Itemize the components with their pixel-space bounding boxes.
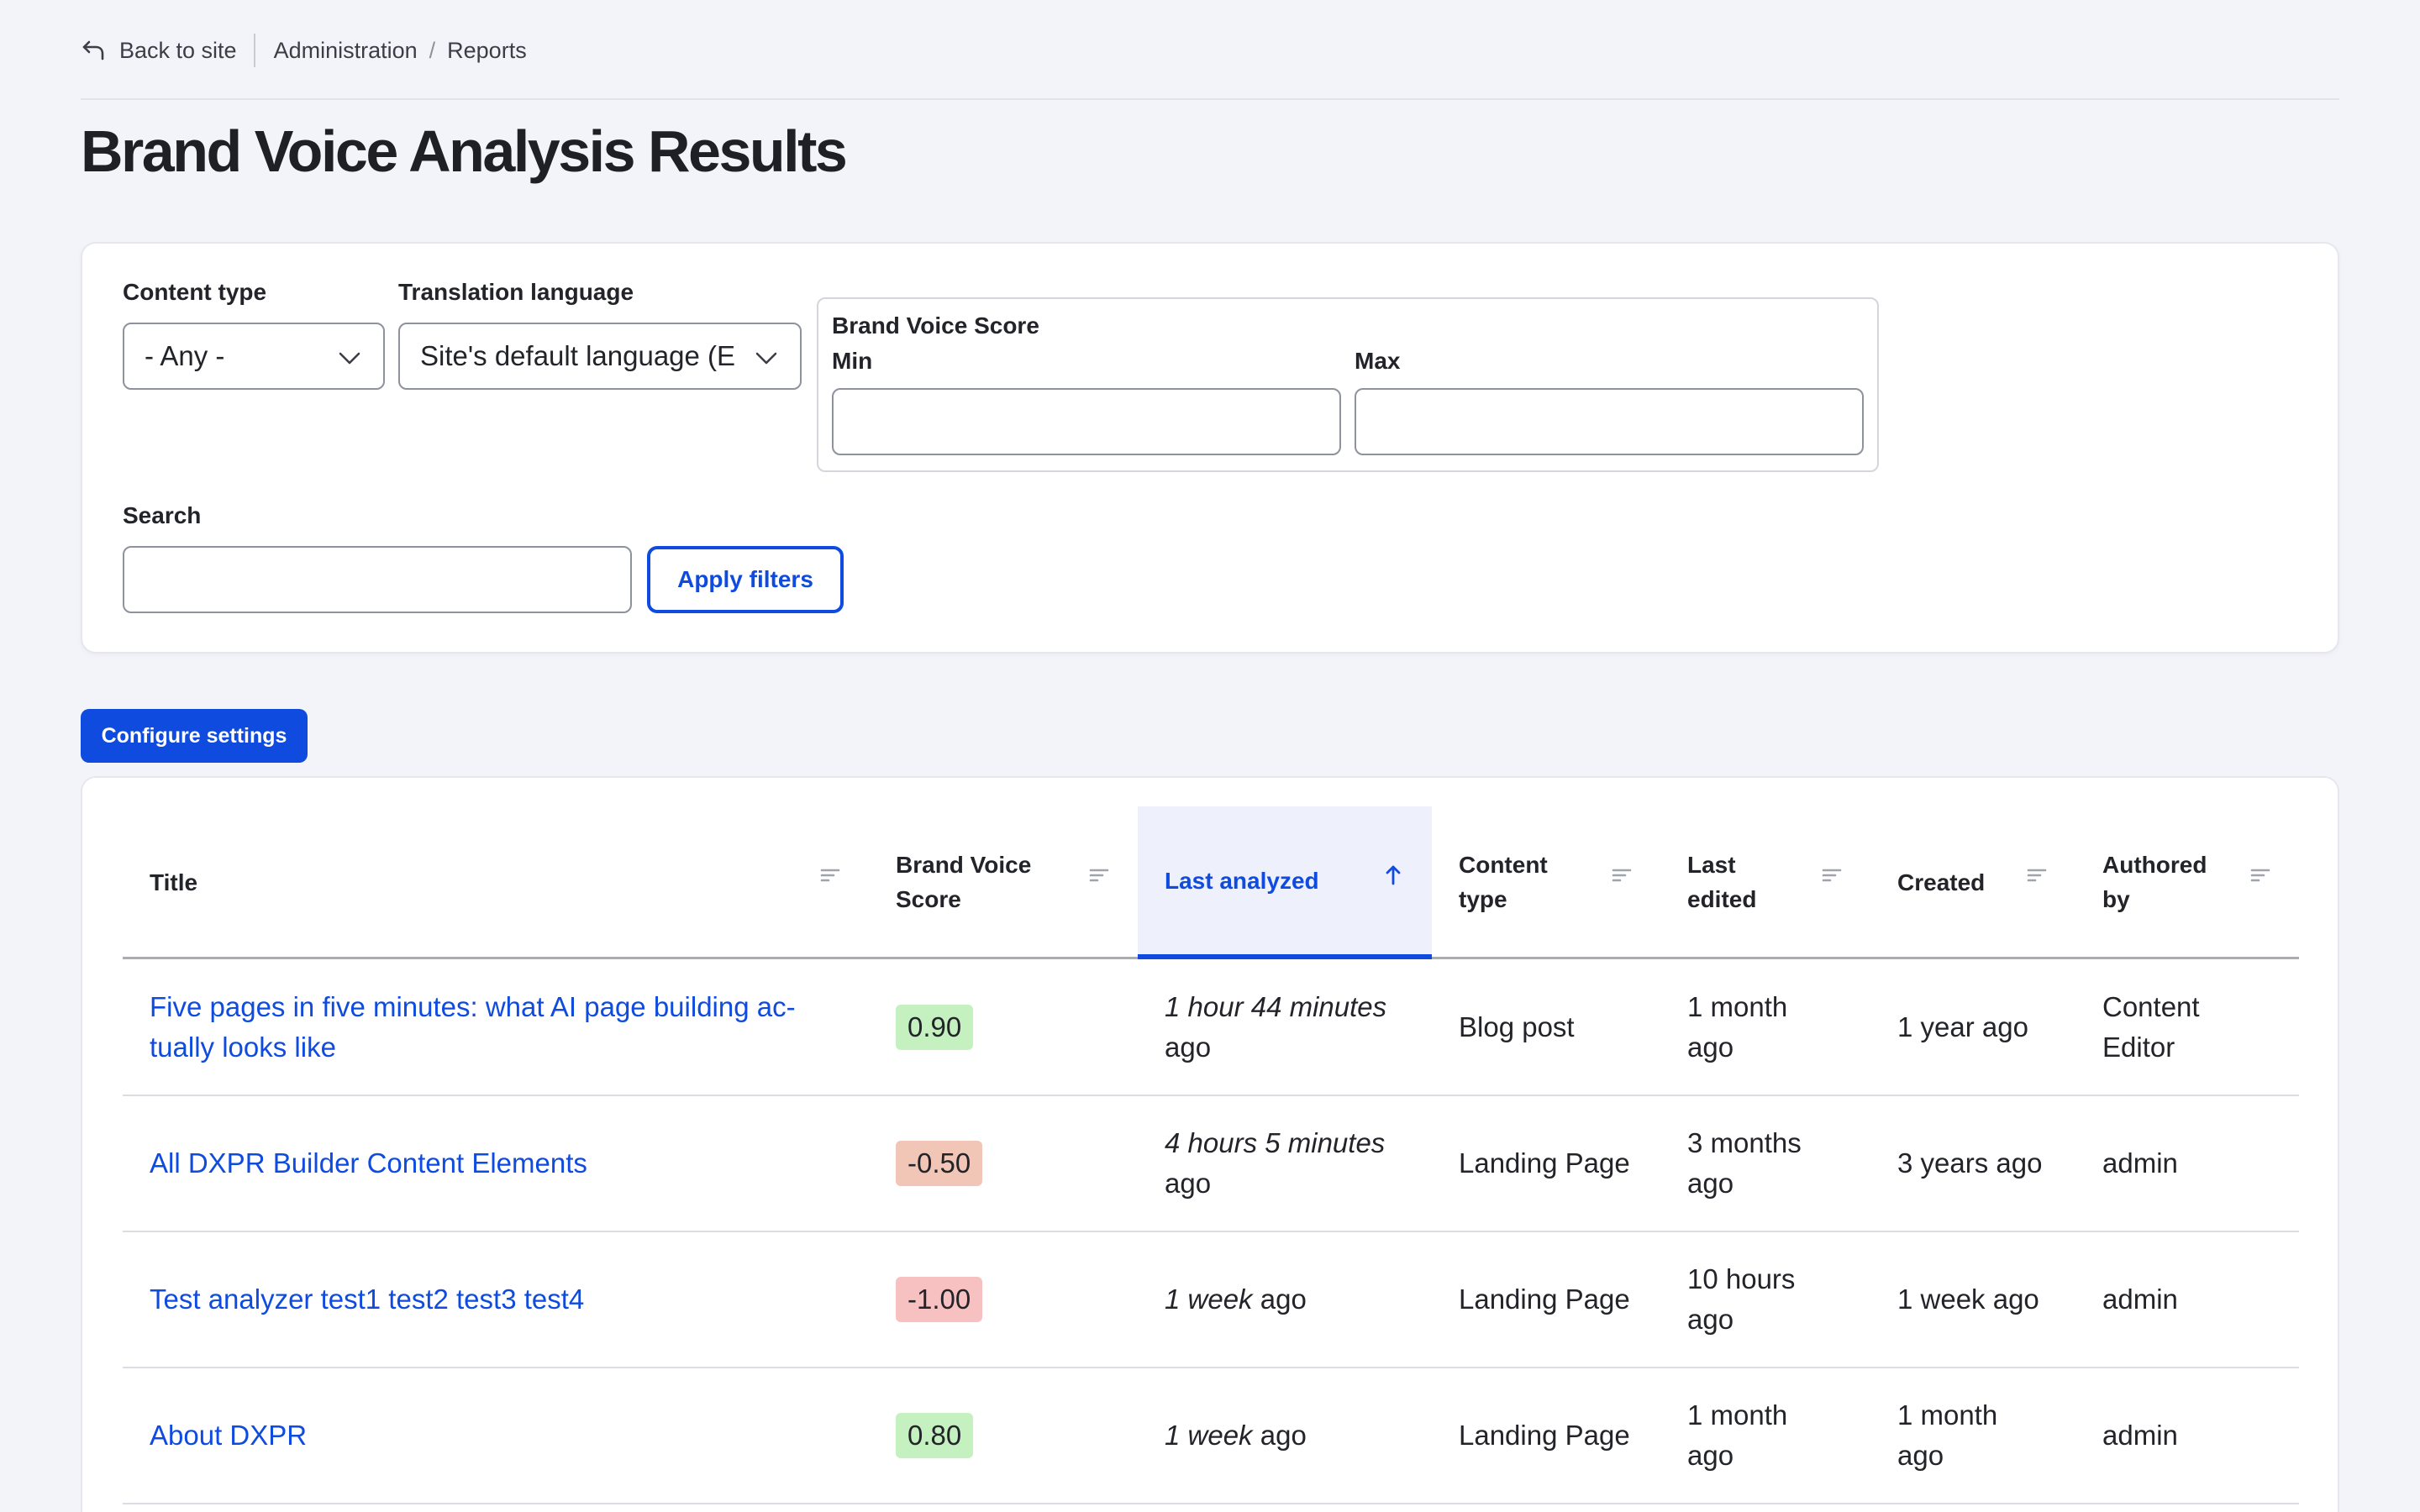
last-analyzed-value: 1 week ago <box>1165 1284 1307 1315</box>
breadcrumb-reports[interactable]: Reports <box>447 38 527 64</box>
last-edited-value: 1 month ago <box>1687 991 1788 1063</box>
column-content-type-label: Content type <box>1459 852 1548 912</box>
author-value: admin <box>2102 1420 2178 1451</box>
column-last-edited-label: Last edited <box>1687 852 1757 912</box>
author-value: admin <box>2102 1147 2178 1179</box>
column-created-label: Created <box>1897 869 1986 895</box>
score-max-input[interactable] <box>1355 388 1864 455</box>
row-title-link[interactable]: All DXPR Builder Content Elements <box>150 1143 587 1184</box>
breadcrumb-administration[interactable]: Administration <box>274 38 418 64</box>
brand-voice-score-badge: -1.00 <box>896 1277 983 1322</box>
last-edited-value: 10 hours ago <box>1687 1263 1796 1335</box>
sort-icon <box>1822 869 1842 882</box>
content-type-label: Content type <box>123 279 267 305</box>
content-type-select[interactable]: - Any - <box>123 323 385 390</box>
configure-settings-button[interactable]: Configure settings <box>81 709 308 763</box>
translation-language-label: Translation language <box>398 279 634 305</box>
brand-voice-score-badge: -0.50 <box>896 1141 983 1186</box>
author-value: Content Editor <box>2102 991 2200 1063</box>
score-max-label: Max <box>1355 348 1401 374</box>
sort-ascending-arrow-icon <box>1386 865 1401 885</box>
results-table: Title Brand Voice Score Last analyzed Co… <box>81 776 2339 1512</box>
created-value: 1 year ago <box>1897 1011 2028 1042</box>
table-row: All DXPR Builder Content Elements -0.50 … <box>123 1096 2299 1232</box>
chevron-down-icon <box>755 352 777 365</box>
column-score-label: Brand Voice Score <box>896 852 1032 912</box>
column-header-authored-by[interactable]: Authored by <box>2075 806 2299 958</box>
last-analyzed-value: 4 hours 5 minutes ago <box>1165 1127 1386 1199</box>
column-title-label: Title <box>150 869 198 895</box>
column-header-created[interactable]: Created <box>1870 806 2075 958</box>
sort-icon <box>820 869 840 882</box>
score-min-input[interactable] <box>832 388 1341 455</box>
row-title-link[interactable]: About DXPR <box>150 1415 307 1456</box>
translation-language-value: Site's default language (E <box>420 340 736 371</box>
column-header-score[interactable]: Brand Voice Score <box>869 806 1138 958</box>
content-type-value: Landing Page <box>1459 1147 1630 1179</box>
page: Back to site Administration / Reports Br… <box>0 0 2420 1512</box>
last-analyzed-value: 1 hour 44 minutes ago <box>1165 991 1387 1063</box>
back-arrow-icon <box>82 40 104 60</box>
table-header: Title Brand Voice Score Last analyzed Co… <box>123 806 2299 959</box>
created-value: 3 years ago <box>1897 1147 2043 1179</box>
back-to-site-link[interactable]: Back to site <box>81 37 237 64</box>
header-divider <box>81 98 2339 100</box>
search-label: Search <box>123 502 202 528</box>
table-row: Test analyzer test1 test2 test3 test4 -1… <box>123 1232 2299 1368</box>
column-header-last-edited[interactable]: Last edited <box>1660 806 1870 958</box>
top-navigation: Back to site Administration / Reports <box>81 34 527 67</box>
sort-icon <box>2027 869 2047 882</box>
breadcrumb-separator: / <box>429 37 436 63</box>
translation-language-select[interactable]: Site's default language (E <box>398 323 802 390</box>
sort-icon <box>1612 869 1632 882</box>
column-authored-by-label: Authored by <box>2102 852 2207 912</box>
content-type-value: Blog post <box>1459 1011 1575 1042</box>
last-analyzed-value: 1 week ago <box>1165 1420 1307 1451</box>
page-title: Brand Voice Analysis Results <box>81 118 848 184</box>
column-header-title[interactable]: Title <box>123 806 869 958</box>
created-value: 1 week ago <box>1897 1284 2039 1315</box>
author-value: admin <box>2102 1284 2178 1315</box>
row-title-link[interactable]: Test analyzer test1 test2 test3 test4 <box>150 1279 584 1320</box>
content-type-value: - Any - <box>145 340 225 371</box>
nav-divider <box>253 34 255 67</box>
column-header-content-type[interactable]: Content type <box>1432 806 1660 958</box>
last-edited-value: 1 month ago <box>1687 1399 1788 1471</box>
column-last-analyzed-label: Last analyzed <box>1165 867 1319 894</box>
table-row: Five pages in five minutes: what AI page… <box>123 960 2299 1096</box>
sort-icon <box>2250 869 2270 882</box>
last-edited-value: 3 months ago <box>1687 1127 1802 1199</box>
created-value: 1 month ago <box>1897 1399 1998 1471</box>
table-row: About DXPR 0.80 1 week ago Landing Page … <box>123 1368 2299 1504</box>
sort-icon <box>1089 869 1109 882</box>
brand-voice-score-fieldset: Brand Voice Score Min Max <box>817 297 1879 472</box>
row-title-link[interactable]: Five pages in five minutes: what AI page… <box>150 987 839 1068</box>
chevron-down-icon <box>339 352 360 365</box>
brand-voice-score-legend: Brand Voice Score <box>832 312 1039 339</box>
content-type-value: Landing Page <box>1459 1284 1630 1315</box>
apply-filters-button[interactable]: Apply filters <box>647 546 844 613</box>
back-to-site-label: Back to site <box>119 37 237 63</box>
search-input[interactable] <box>123 546 632 613</box>
brand-voice-score-badge: 0.90 <box>896 1005 974 1050</box>
score-min-label: Min <box>832 348 873 374</box>
brand-voice-score-badge: 0.80 <box>896 1413 974 1458</box>
content-type-value: Landing Page <box>1459 1420 1630 1451</box>
filter-panel: Content type - Any - Translation languag… <box>81 242 2339 654</box>
column-header-last-analyzed[interactable]: Last analyzed <box>1138 806 1432 959</box>
